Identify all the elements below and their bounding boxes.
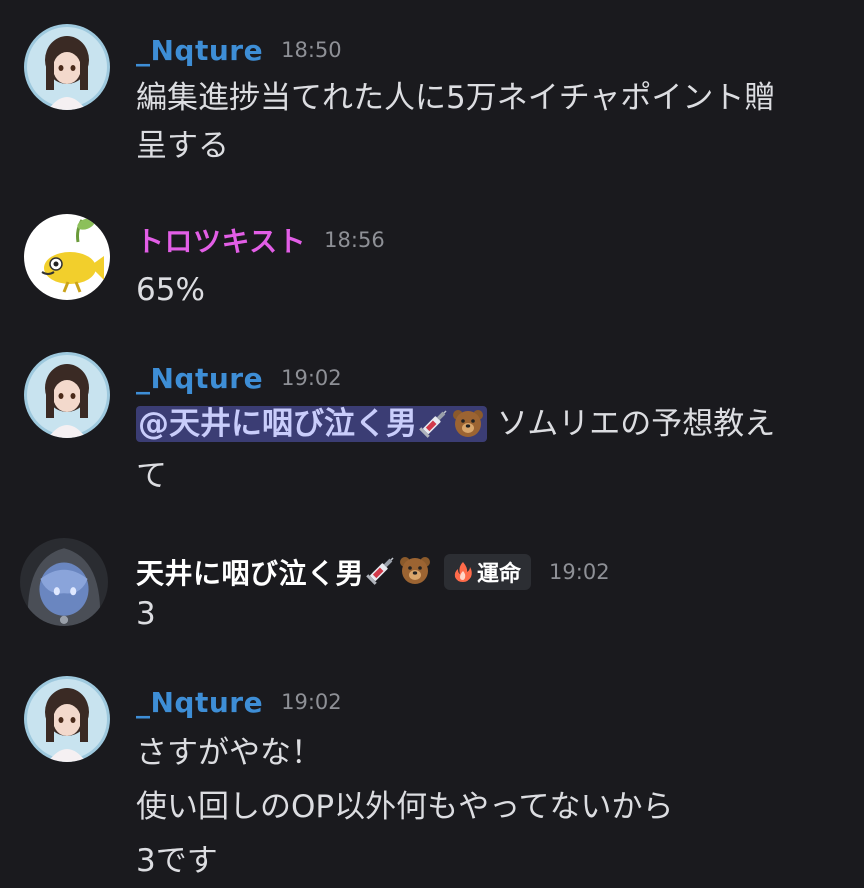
message-line: 65%	[136, 272, 205, 308]
message-item: _Nqture 19:02 さすがやな！ 使い回しのOP以外何もやってないから …	[0, 674, 864, 888]
syringe-icon	[417, 404, 451, 452]
message-content: さすがやな！ 使い回しのOP以外何もやってないから 3です	[136, 726, 836, 888]
bear-icon	[451, 404, 485, 452]
username[interactable]: 天井に咽び泣く男	[136, 552, 364, 592]
avatar-nqture[interactable]	[24, 24, 110, 110]
message-line: 編集進捗当てれた人に5万ネイチャポイント贈	[136, 80, 776, 116]
message-header: _Nqture 19:02	[136, 360, 342, 396]
message-line: @天井に咽び泣く男 ソムリエの予想教え	[136, 400, 836, 452]
timestamp: 19:02	[281, 366, 342, 390]
message-header: _Nqture 19:02	[136, 684, 342, 720]
message-content: 65%	[136, 266, 836, 314]
username[interactable]: _Nqture	[136, 34, 263, 67]
mention-text: @天井に咽び泣く男	[138, 406, 417, 442]
avatar-nqture-image	[24, 676, 110, 762]
timestamp: 19:02	[549, 560, 610, 584]
message-header: 天井に咽び泣く男 運命 19:02	[136, 554, 610, 590]
avatar-nqture[interactable]	[24, 676, 110, 762]
username[interactable]: トロツキスト	[136, 220, 306, 260]
timestamp: 18:50	[281, 38, 342, 62]
avatar-nqture-image	[24, 352, 110, 438]
message-item: トロツキスト 18:56 65%	[0, 212, 864, 312]
avatar-nqture[interactable]	[24, 352, 110, 438]
avatar-trotskyist[interactable]	[24, 214, 110, 300]
username[interactable]: _Nqture	[136, 362, 263, 395]
bear-icon	[398, 555, 432, 589]
avatar-tenjou[interactable]	[20, 538, 108, 626]
server-tag[interactable]: 運命	[444, 554, 532, 590]
message-text: ソムリエの予想教え	[487, 406, 776, 442]
avatar-trotskyist-image	[24, 214, 110, 300]
username[interactable]: _Nqture	[136, 686, 263, 719]
message-line: 3	[136, 596, 156, 632]
message-line: 使い回しのOP以外何もやってないから	[136, 789, 674, 825]
user-mention[interactable]: @天井に咽び泣く男	[136, 406, 487, 442]
flame-icon	[454, 562, 472, 582]
avatar-nqture-image	[24, 24, 110, 110]
message-content: 3	[136, 590, 836, 638]
message-item: _Nqture 19:02 @天井に咽び泣く男 ソムリエの予想教え て	[0, 350, 864, 500]
message-header: トロツキスト 18:56	[136, 222, 385, 258]
timestamp: 18:56	[324, 228, 385, 252]
message-content: 編集進捗当てれた人に5万ネイチャポイント贈 呈する	[136, 74, 836, 170]
message-content: @天井に咽び泣く男 ソムリエの予想教え て	[136, 400, 836, 500]
message-line: 3です	[136, 843, 218, 879]
message-line: さすがやな！	[136, 735, 322, 771]
avatar-tenjou-image	[20, 538, 108, 626]
syringe-icon	[364, 555, 398, 589]
message-header: _Nqture 18:50	[136, 32, 342, 68]
message-line: て	[136, 458, 167, 494]
server-tag-label: 運命	[477, 562, 522, 587]
message-line: 呈する	[136, 128, 229, 164]
message-item: 天井に咽び泣く男 運命 19:02 3	[0, 536, 864, 636]
timestamp: 19:02	[281, 690, 342, 714]
message-item: _Nqture 18:50 編集進捗当てれた人に5万ネイチャポイント贈 呈する	[0, 22, 864, 182]
